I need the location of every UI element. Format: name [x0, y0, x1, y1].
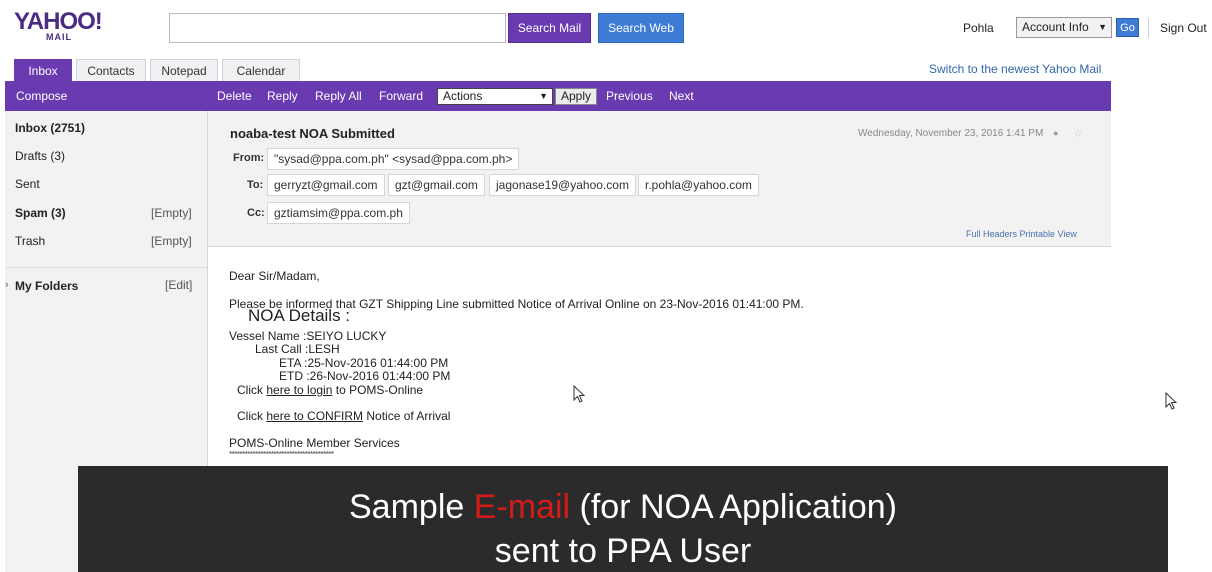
compose-button[interactable]: Compose: [16, 89, 67, 103]
actions-select[interactable]: Actions ▼: [437, 88, 553, 105]
to-label: To:: [247, 179, 264, 191]
yahoo-mail-window: YAHOO! MAIL Search Mail Search Web Pohla…: [0, 0, 1212, 572]
from-address[interactable]: "sysad@ppa.com.ph" <sysad@ppa.com.ph>: [267, 148, 520, 170]
previous-button[interactable]: Previous: [606, 89, 653, 103]
to-address[interactable]: gerryzt@gmail.com: [267, 174, 385, 196]
flag-dot-icon[interactable]: ●: [1053, 128, 1058, 138]
yahoo-mail-logo[interactable]: YAHOO! MAIL: [14, 8, 124, 48]
edit-folders-link[interactable]: [Edit]: [165, 278, 192, 292]
eta-line: ETA :25-Nov-2016 01:44:00 PM: [279, 356, 449, 370]
tab-inbox[interactable]: Inbox: [14, 59, 72, 81]
user-name: Pohla: [963, 21, 994, 35]
noa-details-title: NOA Details :: [248, 306, 351, 325]
chevron-down-icon: ▼: [539, 91, 548, 101]
account-info-label: Account Info: [1022, 20, 1089, 34]
forward-button[interactable]: Forward: [379, 89, 423, 103]
full-headers-links[interactable]: Full Headers Printable View: [966, 229, 1077, 239]
my-folders-heading[interactable]: My Folders: [15, 279, 78, 293]
cc-address[interactable]: gztiamsim@ppa.com.ph: [267, 202, 410, 224]
mouse-cursor-icon: [573, 385, 586, 403]
click-confirm-post: Notice of Arrival: [366, 409, 451, 423]
caption-line-1-pre: Sample: [349, 488, 474, 526]
cc-label: Cc:: [247, 207, 265, 219]
star-icon[interactable]: ☆: [1073, 127, 1083, 140]
delete-button[interactable]: Delete: [217, 89, 252, 103]
sign-out-link[interactable]: Sign Out: [1160, 21, 1207, 35]
search-web-button[interactable]: Search Web: [598, 13, 684, 43]
sidebar-item-spam[interactable]: Spam (3): [15, 206, 66, 220]
reply-all-button[interactable]: Reply All: [315, 89, 362, 103]
message-subject: noaba-test NOA Submitted: [230, 126, 395, 141]
vessel-name-line: Vessel Name :SEIYO LUCKY: [229, 329, 387, 343]
header-divider: [1148, 18, 1149, 38]
caption-line-2: sent to PPA User: [494, 532, 752, 570]
expand-arrow-icon[interactable]: ›: [5, 279, 9, 291]
click-confirm-line: Click here to CONFIRM Notice of Arrival: [237, 409, 450, 423]
click-confirm-pre: Click: [237, 409, 263, 423]
video-caption-overlay: Sample E-mail (for NOA Application) sent…: [78, 466, 1168, 572]
caption-line-1-post: (for NOA Application): [570, 488, 897, 526]
click-login-line: Click here to login to POMS-Online: [237, 383, 423, 397]
confirm-link[interactable]: here to CONFIRM: [266, 409, 363, 423]
click-login-post: to POMS-Online: [335, 383, 424, 397]
mouse-cursor-icon: [1165, 392, 1178, 410]
logo-subtitle: MAIL: [46, 32, 72, 42]
search-input[interactable]: [169, 13, 506, 43]
tab-calendar[interactable]: Calendar: [222, 59, 300, 81]
caption-highlight: E-mail: [473, 488, 571, 526]
message-date: Wednesday, November 23, 2016 1:41 PM: [858, 128, 1044, 139]
mail-toolbar: Compose Delete Reply Reply All Forward A…: [5, 81, 1112, 111]
switch-to-newest-link[interactable]: Switch to the newest Yahoo Mail: [929, 62, 1101, 76]
reply-button[interactable]: Reply: [267, 89, 298, 103]
go-button[interactable]: Go: [1116, 18, 1139, 37]
to-address[interactable]: gzt@gmail.com: [388, 174, 485, 196]
apply-button[interactable]: Apply: [555, 88, 597, 105]
sidebar-item-trash[interactable]: Trash: [15, 234, 45, 248]
search-mail-button[interactable]: Search Mail: [508, 13, 591, 43]
click-login-pre: Click: [237, 383, 263, 397]
next-button[interactable]: Next: [669, 89, 694, 103]
login-link[interactable]: here to login: [266, 383, 332, 397]
etd-line: ETD :26-Nov-2016 01:44:00 PM: [279, 369, 451, 383]
sidebar-item-inbox[interactable]: Inbox (2751): [15, 121, 85, 135]
actions-select-label: Actions: [443, 89, 483, 103]
caption-line-1: Sample E-mail (for NOA Application): [78, 488, 1168, 527]
sidebar-item-drafts[interactable]: Drafts (3): [15, 149, 65, 163]
signature-separator: ****************************************: [229, 450, 334, 459]
last-call-line: Last Call :LESH: [255, 342, 340, 356]
empty-trash-link[interactable]: [Empty]: [151, 234, 192, 248]
tab-notepad[interactable]: Notepad: [150, 59, 218, 81]
to-address[interactable]: r.pohla@yahoo.com: [638, 174, 759, 196]
chevron-down-icon: ▼: [1098, 22, 1107, 32]
sidebar-divider: [5, 267, 207, 268]
account-info-select[interactable]: Account Info ▼: [1016, 17, 1112, 38]
empty-spam-link[interactable]: [Empty]: [151, 206, 192, 220]
tab-contacts[interactable]: Contacts: [76, 59, 146, 81]
body-greeting: Dear Sir/Madam,: [229, 269, 320, 283]
body-signature: POMS-Online Member Services: [229, 436, 400, 450]
message-header: noaba-test NOA Submitted Wednesday, Nove…: [208, 111, 1111, 247]
sidebar-item-sent[interactable]: Sent: [15, 177, 40, 191]
from-label: From:: [233, 152, 265, 164]
to-address[interactable]: jagonase19@yahoo.com: [489, 174, 636, 196]
